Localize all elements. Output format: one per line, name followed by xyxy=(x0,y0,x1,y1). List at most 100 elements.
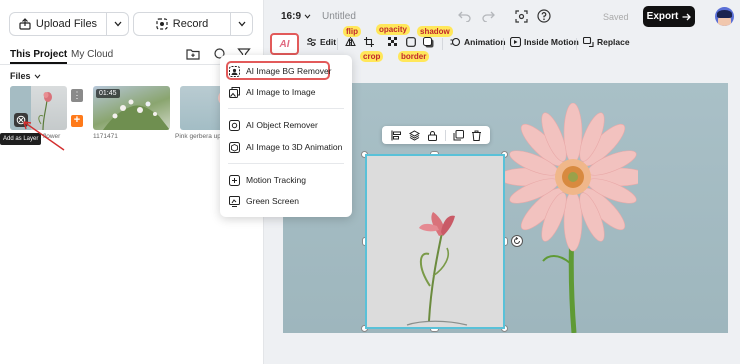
redo-icon xyxy=(481,11,495,22)
user-avatar[interactable] xyxy=(715,7,734,26)
image-to-3d-icon xyxy=(228,141,240,153)
annotation-flip: flip xyxy=(343,26,361,37)
menu-item-bg-remover[interactable]: AI Image BG Remover xyxy=(228,63,332,79)
border-button[interactable] xyxy=(406,37,416,47)
annotation-border: border xyxy=(398,51,430,62)
upload-files-button[interactable]: Upload Files xyxy=(10,13,106,35)
animation-label: Animation xyxy=(464,37,506,47)
help-button[interactable] xyxy=(536,8,552,24)
layer-actions-toolbar xyxy=(382,126,490,144)
layer-flower-image xyxy=(406,212,468,326)
menu-item-label: AI Image to Image xyxy=(246,87,316,97)
shadow-button[interactable] xyxy=(423,37,434,48)
files-label: Files xyxy=(10,71,31,81)
menu-item-label: Green Screen xyxy=(246,196,299,206)
save-status: Saved xyxy=(603,12,629,22)
toolbar-divider xyxy=(444,129,446,141)
toolbar-divider xyxy=(576,38,577,50)
replace-icon xyxy=(583,37,594,47)
chevron-down-icon xyxy=(304,14,311,19)
files-section-toggle[interactable]: Files xyxy=(10,71,41,81)
menu-item-label: AI Image to 3D Animation xyxy=(246,142,343,152)
menu-item-image-to-3d[interactable]: AI Image to 3D Animation xyxy=(228,139,342,155)
opacity-icon xyxy=(388,37,397,46)
align-icon[interactable] xyxy=(390,130,402,141)
bg-remover-icon xyxy=(228,65,240,77)
plus-icon: + xyxy=(73,114,81,126)
arrow-right-icon xyxy=(682,13,692,20)
media-thumbnail-video[interactable]: 01:45 xyxy=(93,86,170,130)
shadow-icon xyxy=(423,37,434,48)
record-label: Record xyxy=(172,18,209,30)
ai-tools-button[interactable]: AI xyxy=(270,33,299,55)
media-name: Pink gerbera up xyxy=(175,133,221,140)
export-label: Export xyxy=(646,11,679,22)
image-to-image-icon xyxy=(228,86,240,98)
menu-item-motion-tracking[interactable]: Motion Tracking xyxy=(228,172,306,188)
background-gerbera-image xyxy=(497,103,638,333)
media-name: 1171471 xyxy=(93,133,118,140)
menu-item-label: AI Image BG Remover xyxy=(246,66,332,76)
tab-this-project[interactable]: This Project xyxy=(10,49,68,64)
opacity-button[interactable] xyxy=(388,37,398,47)
menu-item-label: Motion Tracking xyxy=(246,175,306,185)
replace-button[interactable]: Replace xyxy=(583,37,630,47)
undo-button[interactable] xyxy=(456,8,472,24)
project-title[interactable]: Untitled xyxy=(322,11,356,22)
motion-tracking-icon xyxy=(228,174,240,186)
upload-files-group: Upload Files xyxy=(9,12,129,36)
menu-item-image-to-image[interactable]: AI Image to Image xyxy=(228,84,315,100)
more-options-button[interactable]: ⋮ xyxy=(71,89,83,102)
flip-icon xyxy=(345,37,356,47)
undo-icon xyxy=(457,11,471,22)
ai-sparkle-icon: AI xyxy=(279,38,290,50)
chevron-down-icon xyxy=(114,21,121,27)
more-vertical-icon: ⋮ xyxy=(72,90,82,100)
record-group: Record xyxy=(133,12,253,36)
new-folder-icon[interactable] xyxy=(186,47,200,61)
record-icon xyxy=(156,18,168,30)
menu-item-green-screen[interactable]: Green Screen xyxy=(228,193,299,209)
rotate-handle[interactable] xyxy=(511,235,523,247)
toolbar-divider xyxy=(503,38,504,50)
upload-icon xyxy=(19,18,31,30)
menu-divider xyxy=(228,108,344,109)
upload-dropdown-button[interactable] xyxy=(106,13,128,35)
ai-tools-menu: AI Image BG Remover AI Image to Image AI… xyxy=(220,55,352,217)
edit-button[interactable]: Edit xyxy=(306,37,336,47)
tab-my-cloud[interactable]: My Cloud xyxy=(71,49,113,60)
green-screen-icon xyxy=(228,195,240,207)
object-remover-icon xyxy=(228,119,240,131)
sliders-icon xyxy=(307,38,316,46)
add-to-timeline-button[interactable]: + xyxy=(71,115,83,127)
preview-icon xyxy=(514,9,528,23)
aspect-ratio-select[interactable]: 16:9 xyxy=(281,11,311,22)
export-button[interactable]: Export xyxy=(643,6,695,27)
toolbar-divider xyxy=(442,38,443,50)
annotation-shadow: shadow xyxy=(417,26,453,37)
animation-button[interactable]: Animation xyxy=(450,37,506,47)
inside-motion-icon xyxy=(510,37,521,47)
upload-files-label: Upload Files xyxy=(35,18,98,30)
record-dropdown-button[interactable] xyxy=(230,13,252,35)
animation-icon xyxy=(450,37,461,47)
aspect-ratio-value: 16:9 xyxy=(281,11,302,22)
record-button[interactable]: Record xyxy=(134,13,230,35)
preview-button[interactable] xyxy=(513,8,529,24)
rotate-icon xyxy=(514,237,520,244)
annotation-opacity: opacity xyxy=(376,24,411,35)
inside-motion-button[interactable]: Inside Motion xyxy=(510,37,579,47)
trash-icon[interactable] xyxy=(471,130,482,141)
lock-icon[interactable] xyxy=(427,130,438,141)
flip-button[interactable] xyxy=(345,37,356,47)
help-icon xyxy=(537,9,551,23)
menu-item-object-remover[interactable]: AI Object Remover xyxy=(228,117,318,133)
duplicate-icon[interactable] xyxy=(453,129,464,141)
redo-button[interactable] xyxy=(480,8,496,24)
layers-icon[interactable] xyxy=(408,129,420,141)
edit-label: Edit xyxy=(320,37,337,47)
video-duration: 01:45 xyxy=(96,89,120,98)
crop-button[interactable] xyxy=(364,37,374,47)
annotation-crop: crop xyxy=(360,51,384,62)
selected-image-layer[interactable] xyxy=(365,154,505,329)
